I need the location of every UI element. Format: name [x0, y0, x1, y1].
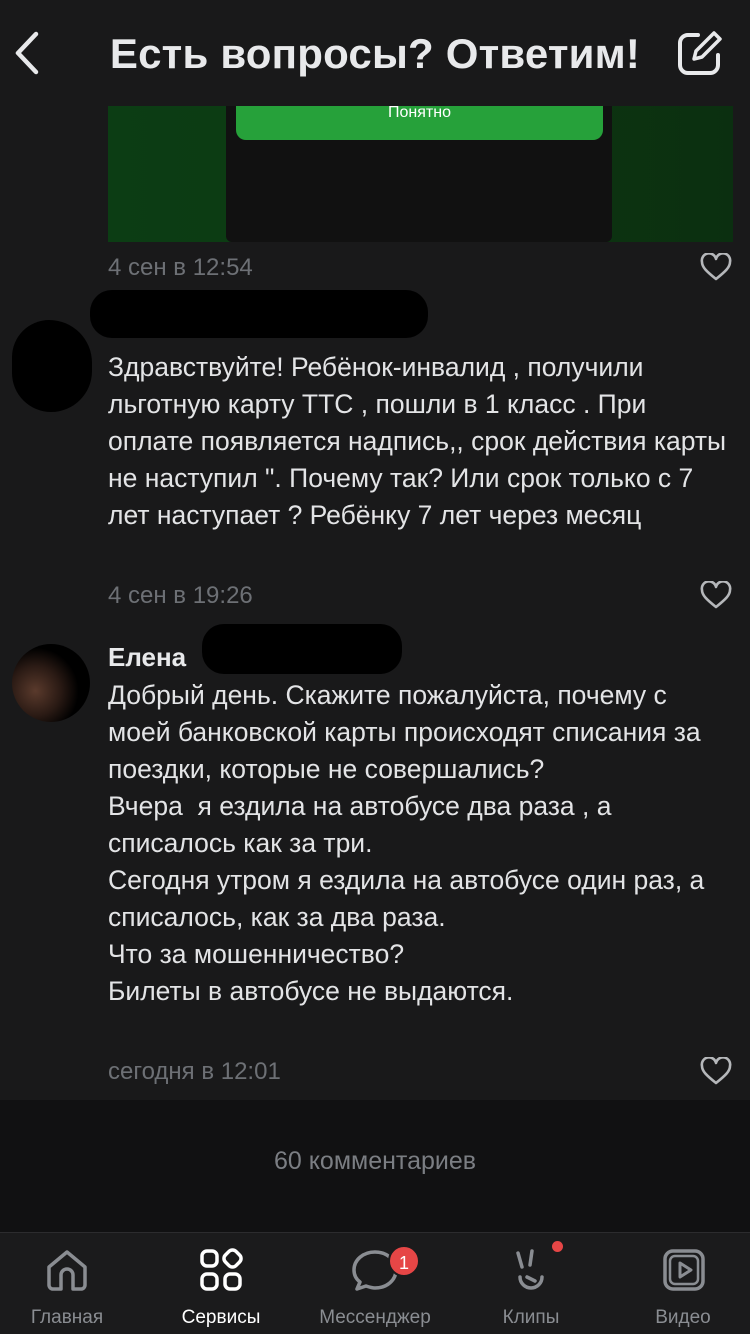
comment-text: Добрый день. Скажите пожалуйста, почему …: [108, 680, 705, 1006]
comments-count-bar[interactable]: 60 комментариев: [0, 1100, 750, 1232]
timestamp: 4 сен в 12:54: [108, 254, 253, 281]
tab-video[interactable]: Видео: [616, 1233, 750, 1334]
redacted-author-name: [90, 290, 428, 338]
tab-label: Клипы: [502, 1307, 560, 1328]
clips-icon: [516, 1249, 544, 1290]
header: Есть вопросы? Ответим!: [0, 0, 750, 106]
comment-author[interactable]: Елена: [108, 642, 186, 673]
tab-label: Видео: [655, 1307, 711, 1328]
page: Есть вопросы? Ответим! Понятно 4 сен в 1…: [0, 0, 750, 1334]
attached-image[interactable]: Понятно: [108, 106, 733, 242]
avatar[interactable]: [12, 320, 92, 412]
redacted-author-surname: [202, 624, 402, 674]
timestamp: сегодня в 12:01: [108, 1058, 281, 1085]
tab-label: Главная: [30, 1307, 104, 1328]
tab-services[interactable]: Сервисы: [152, 1233, 290, 1334]
avatar[interactable]: [12, 644, 90, 722]
attached-image-ok-button: Понятно: [236, 106, 603, 140]
tab-clips[interactable]: Клипы: [462, 1233, 600, 1334]
tab-messenger[interactable]: 1 Мессенджер: [302, 1233, 448, 1334]
unread-badge: 1: [388, 1245, 420, 1277]
tab-label: Сервисы: [181, 1307, 261, 1328]
page-title: Есть вопросы? Ответим!: [109, 30, 641, 77]
comment-text: Здравствуйте! Ребёнок-инвалид , получили…: [108, 352, 734, 530]
services-icon: [200, 1248, 243, 1291]
like-heart-icon[interactable]: [700, 581, 732, 609]
edit-icon: [678, 31, 722, 75]
video-icon: [663, 1249, 705, 1291]
compose-button[interactable]: [674, 27, 726, 79]
comments-count: 60 комментариев: [273, 1147, 477, 1175]
notification-dot: [552, 1241, 563, 1252]
like-heart-icon[interactable]: [700, 1057, 732, 1085]
tab-label: Мессенджер: [319, 1307, 431, 1328]
tab-home[interactable]: Главная: [0, 1233, 134, 1334]
tab-bar: Главная Сервисы 1 Мессенджер Клипы Видео: [0, 1232, 750, 1334]
timestamp: 4 сен в 19:26: [108, 582, 253, 609]
like-heart-icon[interactable]: [700, 253, 732, 281]
home-icon: [47, 1250, 87, 1291]
